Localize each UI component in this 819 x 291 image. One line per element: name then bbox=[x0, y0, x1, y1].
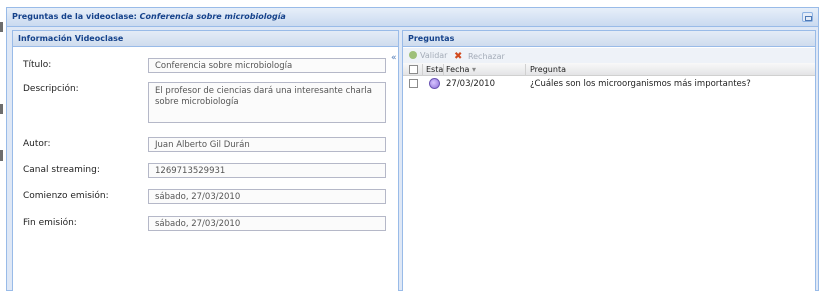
description-label: Descripción: bbox=[23, 84, 79, 94]
left-edge-mark-middle bbox=[0, 104, 3, 114]
streaming-channel-label: Canal streaming: bbox=[23, 165, 100, 175]
reject-button[interactable]: ✖ Rechazar bbox=[454, 51, 505, 62]
questions-window: Preguntas de la videoclase: Conferencia … bbox=[6, 7, 819, 291]
questions-panel-header: Preguntas bbox=[403, 31, 815, 47]
window-title: Preguntas de la videoclase: Conferencia … bbox=[12, 12, 286, 21]
description-field[interactable]: El profesor de ciencias dará una interes… bbox=[148, 82, 386, 123]
maximize-icon[interactable] bbox=[802, 12, 813, 22]
column-separator bbox=[422, 64, 423, 75]
row-checkbox[interactable] bbox=[409, 79, 418, 88]
left-edge-mark-top bbox=[0, 22, 3, 32]
left-edge-mark-bottom bbox=[0, 150, 3, 161]
questions-panel-title: Preguntas bbox=[408, 34, 455, 43]
check-icon bbox=[409, 51, 417, 59]
date-column-header[interactable]: Fecha ▾ bbox=[446, 65, 476, 74]
row-date: 27/03/2010 bbox=[446, 79, 495, 89]
title-field[interactable]: Conferencia sobre microbiología bbox=[148, 58, 386, 73]
validate-label: Validar bbox=[420, 51, 448, 60]
column-separator bbox=[443, 64, 444, 75]
row-question: ¿Cuáles son los microorganismos más impo… bbox=[530, 79, 751, 89]
info-panel: Información Videoclase Título: Conferenc… bbox=[12, 30, 399, 291]
status-column-header[interactable]: Esta bbox=[426, 65, 443, 74]
chat-bubble-icon bbox=[429, 78, 440, 89]
questions-grid-header: Esta Fecha ▾ Pregunta bbox=[403, 63, 815, 76]
window-title-prefix: Preguntas de la videoclase: bbox=[12, 12, 137, 21]
end-broadcast-label: Fin emisión: bbox=[23, 218, 77, 228]
author-label: Autor: bbox=[23, 139, 51, 149]
questions-toolbar: Validar ✖ Rechazar bbox=[403, 48, 815, 63]
collapse-panel-icon[interactable] bbox=[391, 53, 401, 65]
validate-button[interactable]: Validar bbox=[409, 51, 447, 60]
end-broadcast-field[interactable]: sábado, 27/03/2010 bbox=[148, 216, 386, 231]
start-broadcast-field[interactable]: sábado, 27/03/2010 bbox=[148, 189, 386, 204]
start-broadcast-label: Comienzo emisión: bbox=[23, 191, 109, 201]
window-header: Preguntas de la videoclase: Conferencia … bbox=[7, 8, 818, 27]
streaming-channel-field[interactable]: 1269713529931 bbox=[148, 163, 386, 178]
reject-x-icon: ✖ bbox=[454, 51, 463, 62]
select-all-checkbox[interactable] bbox=[409, 65, 418, 74]
column-separator bbox=[525, 64, 526, 75]
window-title-subject: Conferencia sobre microbiología bbox=[139, 12, 286, 21]
reject-label: Rechazar bbox=[467, 52, 505, 61]
author-field[interactable]: Juan Alberto Gil Durán bbox=[148, 137, 386, 152]
question-column-header[interactable]: Pregunta bbox=[530, 65, 566, 74]
info-panel-title: Información Videoclase bbox=[18, 34, 124, 43]
info-panel-header: Información Videoclase bbox=[13, 31, 398, 47]
title-label: Título: bbox=[23, 60, 52, 70]
sort-desc-icon: ▾ bbox=[472, 65, 477, 74]
questions-panel: Preguntas Validar ✖ Rechazar Esta Fecha … bbox=[402, 30, 816, 291]
table-row[interactable]: 27/03/2010 ¿Cuáles son los microorganism… bbox=[403, 76, 815, 92]
date-column-label: Fecha bbox=[446, 65, 470, 74]
